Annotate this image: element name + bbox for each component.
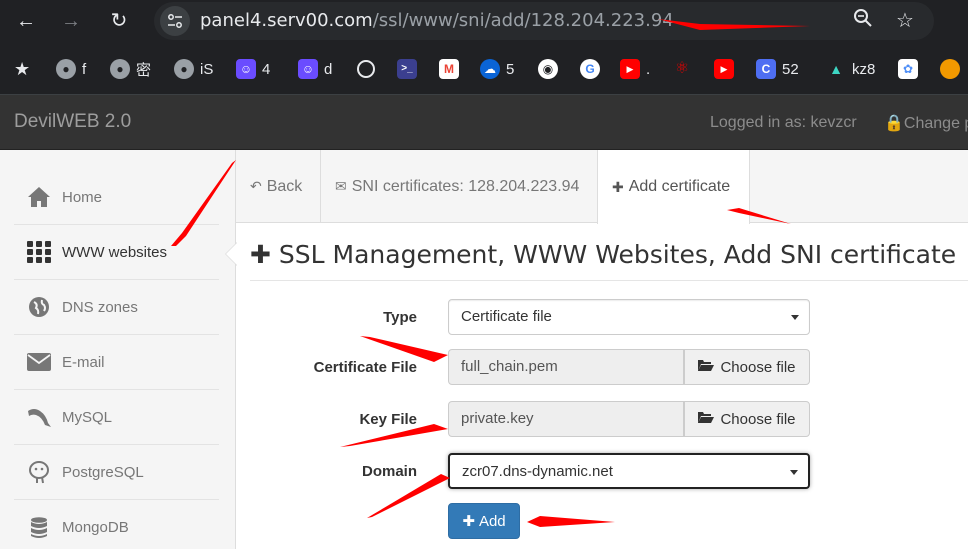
- bookmark-item[interactable]: [940, 58, 966, 80]
- title-divider: [250, 280, 968, 281]
- globe-icon: ●: [174, 59, 194, 79]
- tab-add-certificate[interactable]: ✚ Add certificate: [597, 150, 750, 224]
- globe-icon: ●: [56, 59, 76, 79]
- tab-bar: ↶ Back ✉ SNI certificates: 128.204.223.94 …: [236, 150, 968, 224]
- bookmark-item[interactable]: >_: [397, 58, 423, 80]
- bookmark-item[interactable]: ▶: [714, 58, 740, 80]
- zoom-icon[interactable]: [850, 8, 876, 34]
- key-file-label: Key File: [359, 411, 417, 428]
- logged-in-user: Logged in as: kevzcr: [710, 114, 857, 131]
- mountain-icon: ▲: [829, 61, 843, 77]
- gmail-icon: M: [439, 59, 459, 79]
- lock-icon: 🔒: [884, 115, 904, 132]
- sidebar-item-postgresql[interactable]: PostgreSQL: [14, 445, 219, 500]
- url-text: panel4.serv00.com/ssl/www/sni/add/128.20…: [200, 10, 674, 31]
- change-password-link[interactable]: 🔒Change pa: [884, 113, 968, 133]
- github-icon: ◉: [538, 59, 558, 79]
- sidebar-item-mysql[interactable]: MySQL: [14, 390, 219, 445]
- all-bookmarks-star-icon[interactable]: ★: [14, 58, 30, 80]
- bookmark-item[interactable]: M: [439, 58, 465, 80]
- certificate-file-label: Certificate File: [313, 359, 417, 376]
- c-app-icon: C: [756, 59, 776, 79]
- annotation-arrow: [367, 474, 450, 518]
- sidebar-item-dns-zones[interactable]: DNS zones: [14, 280, 219, 335]
- openai-icon: [357, 60, 375, 78]
- bookmarks-bar: ★ ● f ● 密 ● iS ☺ 4 ☺ d >_ M ☁ 5 ◉ G ▶. ⚛ ▶ C 52…: [0, 43, 968, 95]
- bookmark-item[interactable]: ◉: [538, 58, 564, 80]
- bookmark-item[interactable]: ▲ kz8: [826, 58, 875, 80]
- brand-logo[interactable]: DevilWEB 2.0: [14, 111, 131, 133]
- tab-back[interactable]: ↶ Back: [236, 150, 321, 223]
- bookmark-item[interactable]: ● f: [56, 58, 86, 80]
- reply-arrow-icon: ↶: [250, 178, 262, 194]
- bookmark-item[interactable]: ☺ d: [298, 58, 332, 80]
- bookmark-item[interactable]: ☁ 5: [480, 58, 514, 80]
- bookmark-item[interactable]: ☺ 4: [236, 58, 270, 80]
- sidebar: Home WWW websites DNS zones E-mail MySQL…: [0, 150, 236, 549]
- youtube-icon: ▶: [714, 59, 734, 79]
- certificate-choose-file-button[interactable]: Choose file: [684, 349, 810, 385]
- globe-icon: ●: [110, 59, 130, 79]
- red-logo-icon: ⚛: [674, 60, 690, 77]
- youtube-icon: ▶: [620, 59, 640, 79]
- page-title: ✚ SSL Management, WWW Websites, Add SNI …: [250, 240, 957, 269]
- bookmark-item[interactable]: C 52: [756, 58, 799, 80]
- key-file-input[interactable]: private.key: [448, 401, 684, 437]
- grid-icon: [26, 239, 52, 265]
- browser-toolbar: ← → ↻ panel4.serv00.com/ssl/www/sni/add/…: [0, 0, 968, 43]
- type-select[interactable]: Certificate file: [448, 299, 810, 335]
- site-settings-icon[interactable]: [160, 6, 190, 36]
- home-icon: [26, 184, 52, 210]
- bookmark-item[interactable]: ⚛: [672, 58, 698, 80]
- sidebar-item-mongodb[interactable]: MongoDB: [14, 500, 219, 555]
- google-icon: G: [580, 59, 600, 79]
- database-icon: [26, 515, 52, 541]
- reload-icon[interactable]: ↻: [106, 8, 132, 34]
- ghost-icon: ☺: [298, 59, 318, 79]
- bookmark-item[interactable]: ● iS: [174, 58, 213, 80]
- certificate-file-input[interactable]: full_chain.pem: [448, 349, 684, 385]
- domain-label: Domain: [361, 463, 417, 480]
- bookmark-item[interactable]: G: [580, 58, 606, 80]
- folder-open-icon: [698, 359, 715, 376]
- bookmark-item[interactable]: ✿: [898, 58, 924, 80]
- envelope-icon: [26, 349, 52, 375]
- plus-icon: ✚: [462, 513, 475, 530]
- sidebar-item-www-websites[interactable]: WWW websites: [14, 225, 219, 280]
- cloud-app-icon: ✿: [898, 59, 918, 79]
- type-label: Type: [383, 309, 417, 326]
- bookmark-star-icon[interactable]: ☆: [892, 8, 918, 34]
- onedrive-icon: ☁: [480, 59, 500, 79]
- plus-icon: ✚: [250, 240, 271, 269]
- app-navbar: DevilWEB 2.0 Logged in as: kevzcr 🔒Chang…: [0, 95, 968, 150]
- bookmark-item[interactable]: ▶.: [620, 58, 650, 80]
- add-button[interactable]: ✚ Add: [448, 503, 520, 539]
- sidebar-item-email[interactable]: E-mail: [14, 335, 219, 390]
- bookmark-item[interactable]: ● 密: [110, 58, 151, 80]
- bookmark-item[interactable]: [357, 58, 381, 80]
- tab-sni-certificates[interactable]: ✉ SNI certificates: 128.204.223.94: [321, 150, 598, 223]
- elephant-icon: [26, 459, 52, 485]
- key-choose-file-button[interactable]: Choose file: [684, 401, 810, 437]
- folder-open-icon: [698, 411, 715, 428]
- envelope-icon: ✉: [335, 178, 347, 194]
- active-indicator: [225, 242, 237, 266]
- sidebar-item-home[interactable]: Home: [14, 170, 219, 225]
- ghost-icon: ☺: [236, 59, 256, 79]
- domain-select[interactable]: zcr07.dns-dynamic.net: [448, 453, 810, 489]
- caret-down-icon: [790, 470, 798, 475]
- back-arrow-icon[interactable]: ←: [13, 8, 39, 34]
- orange-circle-icon: [940, 59, 960, 79]
- terminal-icon: >_: [397, 59, 417, 79]
- globe-icon: [26, 294, 52, 320]
- caret-down-icon: [791, 315, 799, 320]
- annotation-arrow: [527, 516, 615, 527]
- address-bar[interactable]: panel4.serv00.com/ssl/www/sni/add/128.20…: [154, 2, 934, 40]
- forward-arrow-icon[interactable]: →: [58, 8, 84, 34]
- dolphin-icon: [26, 404, 52, 430]
- plus-icon: ✚: [612, 178, 624, 195]
